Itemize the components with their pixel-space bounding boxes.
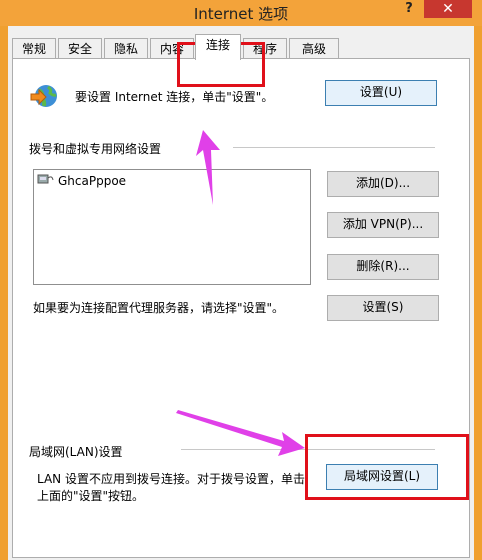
add-button[interactable]: 添加(D)... — [327, 171, 439, 197]
dialup-connection-icon — [36, 172, 54, 189]
connection-listbox[interactable]: GhcaPppoe — [33, 169, 311, 285]
lan-heading: 局域网(LAN)设置 — [29, 445, 123, 459]
dialup-separator — [233, 147, 435, 148]
setup-text: 要设置 Internet 连接，单击"设置"。 — [75, 90, 274, 104]
tab-privacy[interactable]: 隐私 — [104, 38, 148, 59]
dialup-heading: 拨号和虚拟专用网络设置 — [29, 142, 162, 156]
internet-globe-icon — [29, 82, 61, 113]
list-item[interactable]: GhcaPppoe — [36, 172, 126, 189]
tab-advanced[interactable]: 高级 — [289, 38, 339, 59]
remove-button[interactable]: 删除(R)... — [327, 254, 439, 280]
lan-description-line2: 上面的"设置"按钮。 — [37, 489, 145, 503]
setup-button[interactable]: 设置(U) — [325, 80, 437, 106]
connection-name: GhcaPppoe — [58, 173, 127, 188]
help-button[interactable]: ? — [398, 0, 420, 20]
lan-description-line1: LAN 设置不应用到拨号连接。对于拨号设置，单击 — [37, 472, 305, 486]
dialup-settings-button[interactable]: 设置(S) — [327, 295, 439, 321]
proxy-text: 如果要为连接配置代理服务器，请选择"设置"。 — [33, 301, 285, 315]
add-vpn-button[interactable]: 添加 VPN(P)... — [327, 212, 439, 238]
tab-connections[interactable]: 连接 — [195, 34, 241, 60]
tab-general[interactable]: 常规 — [12, 38, 56, 59]
tab-security[interactable]: 安全 — [58, 38, 102, 59]
close-button[interactable]: ✕ — [424, 0, 472, 18]
title-bar: Internet 选项 ? ✕ — [0, 0, 482, 26]
highlight-box-lan-button — [305, 434, 469, 500]
